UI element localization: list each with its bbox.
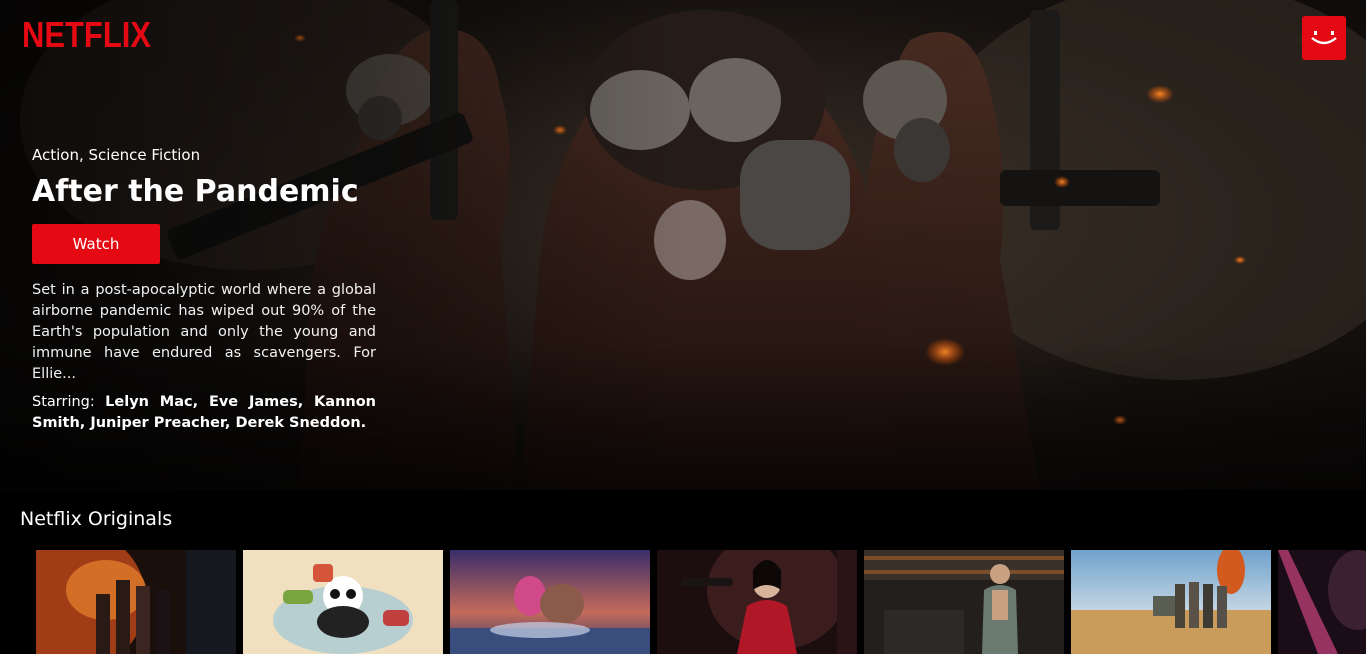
bar-man-poster <box>864 550 1064 654</box>
kung-fu-panda-poster <box>243 550 443 654</box>
featured-starring: Starring: Lelyn Mac, Eve James, Kannon S… <box>32 392 376 434</box>
poster-pink-action[interactable] <box>1278 550 1366 654</box>
desert-war-poster <box>36 550 236 654</box>
smile-avatar-icon <box>1311 31 1337 45</box>
featured-genres: Action, Science Fiction <box>32 146 201 164</box>
poster-monster-ocean[interactable] <box>450 550 650 654</box>
poster-kung-fu-panda[interactable] <box>243 550 443 654</box>
poster-desert-squad-explosion[interactable] <box>1071 550 1271 654</box>
starring-label: Starring: <box>32 394 95 410</box>
netflix-originals-row[interactable] <box>36 550 1366 654</box>
row-title: Netflix Originals <box>20 508 173 530</box>
desert-squad-explosion-poster <box>1071 550 1271 654</box>
profile-avatar[interactable] <box>1302 16 1346 60</box>
app-root: NETFLIX Action, Science Fiction After th… <box>0 0 1366 654</box>
watch-button[interactable]: Watch <box>32 224 160 264</box>
featured-info: Action, Science Fiction After the Pandem… <box>32 146 376 434</box>
monster-ocean-poster <box>450 550 650 654</box>
netflix-logo[interactable]: NETFLIX <box>22 14 151 56</box>
poster-bar-man[interactable] <box>864 550 1064 654</box>
featured-title: After the Pandemic <box>32 174 359 209</box>
poster-red-dress-gunwoman[interactable] <box>657 550 857 654</box>
poster-desert-war[interactable] <box>36 550 236 654</box>
pink-action-poster <box>1278 550 1366 654</box>
red-dress-gunwoman-poster <box>657 550 857 654</box>
featured-description: Set in a post-apocalyptic world where a … <box>32 282 376 382</box>
